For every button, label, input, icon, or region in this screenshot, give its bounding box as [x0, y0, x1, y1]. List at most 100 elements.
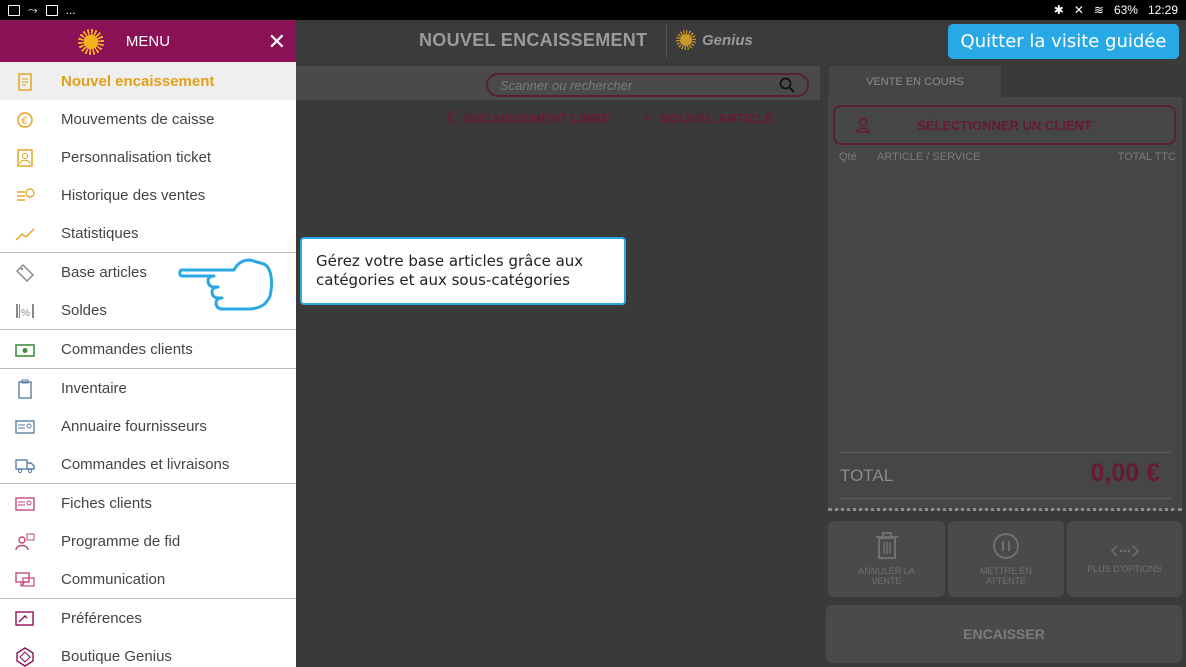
battery-text: 63%	[1113, 3, 1138, 17]
menu-item-preferences[interactable]: Préférences	[0, 599, 296, 637]
menu-item-nouvel-encaissement[interactable]: Nouvel encaissement	[0, 62, 296, 100]
select-client-label: SÉLECTIONNER UN CLIENT	[917, 117, 1092, 133]
sync-icon: ⤳	[28, 2, 38, 17]
menu-item-statistiques[interactable]: Statistiques	[0, 214, 296, 252]
plus-icon: +	[641, 108, 653, 128]
menu-item-label: Mouvements de caisse	[61, 110, 215, 128]
total-value: 0,00 €	[1090, 459, 1160, 487]
search-bar: Scanner ou rechercher	[296, 66, 820, 100]
menu-item-annuaire-fournisseurs[interactable]: Annuaire fournisseurs	[0, 407, 296, 445]
menu-item-label: Nouvel encaissement	[61, 72, 215, 90]
menu-item-programme-fid[interactable]: Programme de fid	[0, 522, 296, 560]
select-client-button[interactable]: SÉLECTIONNER UN CLIENT	[833, 105, 1176, 145]
new-article-button[interactable]: + NOUVEL ARTICLE	[642, 108, 774, 129]
page-title: NOUVEL ENCAISSEMENT	[419, 30, 648, 50]
menu-item-mouvements-caisse[interactable]: € Mouvements de caisse	[0, 100, 296, 138]
tab-current-sale[interactable]: VENTE EN COURS	[829, 66, 1001, 98]
tag-icon	[16, 264, 34, 282]
free-checkout-button[interactable]: € ENCAISSEMENT LIBRE	[446, 108, 610, 129]
free-checkout-label: ENCAISSEMENT LIBRE	[464, 111, 610, 126]
bluetooth-icon: ✱	[1053, 3, 1064, 17]
menu-item-personnalisation-ticket[interactable]: Personnalisation ticket	[0, 138, 296, 176]
hold-sale-label: METTRE EN ATTENTE	[980, 566, 1032, 586]
menu-item-communication[interactable]: Communication	[0, 560, 296, 598]
sun-logo-icon	[676, 30, 696, 50]
catalog-actions: € ENCAISSEMENT LIBRE + NOUVEL ARTICLE	[446, 108, 774, 129]
gallery-icon	[8, 4, 20, 16]
cancel-sale-button[interactable]: ANNULER LA VENTE	[828, 521, 945, 597]
receipt-icon	[18, 73, 32, 91]
menu-item-label: Inventaire	[61, 379, 127, 397]
search-placeholder: Scanner ou rechercher	[500, 77, 633, 93]
search-icon[interactable]	[779, 77, 795, 93]
header-divider	[666, 24, 667, 58]
svg-text:%: %	[21, 308, 30, 319]
hold-line2: ATTENTE	[985, 576, 1027, 586]
tooltip-line1: Gérez votre base articles grâce aux	[316, 252, 584, 270]
cancel-line2: VENTE	[871, 576, 902, 586]
settings-card-icon	[15, 611, 34, 626]
col-qty: Qté	[839, 151, 857, 163]
chat-bubbles-icon	[15, 572, 35, 588]
pointing-hand-icon	[178, 258, 274, 311]
col-total: TOTAL TTC	[1117, 151, 1176, 163]
close-icon[interactable]: ✕	[268, 29, 286, 55]
gem-icon	[16, 647, 34, 667]
quit-tour-button[interactable]: Quitter la visite guidée	[948, 24, 1179, 59]
more-options-label: PLUS D'OPTIONS	[1087, 564, 1162, 574]
barcode-percent-icon: %	[16, 304, 34, 319]
euro-icon: €	[446, 108, 457, 128]
more-options-icon	[1110, 545, 1139, 557]
ticket-person-icon	[17, 149, 33, 167]
sale-receipt: SÉLECTIONNER UN CLIENT Qté ARTICLE / SER…	[828, 97, 1182, 511]
total-divider-bottom	[840, 498, 1172, 499]
menu-item-boutique-genius[interactable]: Boutique Genius	[0, 637, 296, 667]
guided-tour-tooltip: Gérez votre base articles grâce aux caté…	[300, 237, 626, 305]
menu-item-inventaire[interactable]: Inventaire	[0, 369, 296, 407]
catalog-area: Scanner ou rechercher € ENCAISSEMENT LIB…	[296, 62, 820, 667]
time-text: 12:29	[1147, 3, 1178, 17]
status-left: ⤳ ...	[8, 3, 76, 18]
menu-item-label: Fiches clients	[61, 494, 152, 512]
person-icon	[856, 117, 870, 133]
menu-header: MENU ✕	[0, 20, 296, 62]
menu-item-historique-ventes[interactable]: Historique des ventes	[0, 176, 296, 214]
clipboard-icon	[18, 379, 32, 399]
menu-item-label: Communication	[61, 570, 166, 588]
sun-logo-icon	[78, 29, 104, 55]
menu-item-label: Historique des ventes	[61, 186, 206, 204]
search-input[interactable]: Scanner ou rechercher	[486, 73, 809, 97]
menu-item-label: Boutique Genius	[61, 647, 172, 665]
chart-trend-icon	[15, 228, 35, 241]
wifi-icon: ≋	[1093, 3, 1104, 17]
new-article-label: NOUVEL ARTICLE	[660, 111, 774, 126]
brand-name: Genius	[702, 31, 753, 49]
contact-card-icon	[15, 420, 35, 434]
menu-item-commandes-clients[interactable]: Commandes clients	[0, 330, 296, 368]
menu-item-label: Commandes et livraisons	[61, 455, 230, 473]
history-list-icon	[17, 188, 35, 201]
app-icon	[45, 4, 58, 16]
menu-title: MENU	[125, 32, 171, 50]
menu-item-fiches-clients[interactable]: Fiches clients	[0, 484, 296, 522]
client-card-icon	[15, 497, 35, 511]
coin-euro-icon: €	[17, 112, 33, 128]
more-options-button[interactable]: PLUS D'OPTIONS	[1067, 521, 1182, 597]
cancel-line1: ANNULER LA	[858, 566, 915, 576]
status-bar: ⤳ ... ✱ ✕ ≋ 63% 12:29	[0, 0, 1186, 20]
menu-item-label: Programme de fid	[61, 532, 181, 550]
trash-icon	[875, 532, 898, 559]
sale-action-buttons: ANNULER LA VENTE METTRE EN ATTENTE PLUS …	[828, 521, 1182, 597]
menu-item-commandes-livraisons[interactable]: Commandes et livraisons	[0, 445, 296, 483]
side-menu: MENU ✕ Nouvel encaissement € Mouvements …	[0, 20, 296, 667]
menu-item-label: Soldes	[61, 301, 107, 319]
sale-columns: Qté ARTICLE / SERVICE TOTAL TTC	[839, 151, 1176, 163]
checkout-button[interactable]: ENCAISSER	[826, 605, 1182, 663]
menu-item-label: Base articles	[61, 263, 147, 281]
hold-sale-button[interactable]: METTRE EN ATTENTE	[948, 521, 1064, 597]
banknote-icon	[15, 344, 35, 357]
loyalty-icon	[15, 533, 35, 551]
mute-icon: ✕	[1073, 3, 1084, 17]
sale-tabs: VENTE EN COURS	[820, 62, 1186, 98]
col-article: ARTICLE / SERVICE	[877, 151, 981, 163]
